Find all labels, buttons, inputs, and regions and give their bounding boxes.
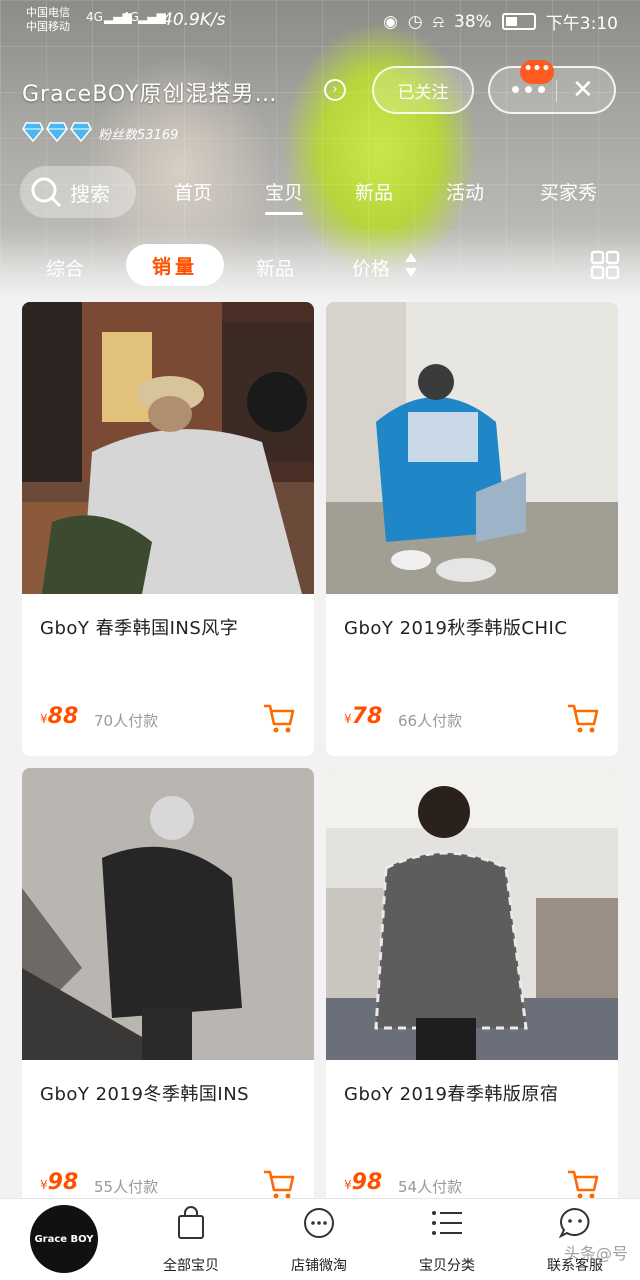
sold-count: 54人付款	[398, 1178, 463, 1196]
product-card[interactable]: GboY 2019春季韩版原宿 ¥98 54人付款	[326, 768, 618, 1218]
hero-fade	[0, 230, 640, 300]
search-button[interactable]: 搜索	[20, 166, 136, 218]
battery-icon	[501, 13, 536, 30]
product-image[interactable]	[326, 302, 618, 594]
filter-price[interactable]: 价格	[352, 254, 390, 281]
broadcast-icon	[304, 1208, 334, 1238]
carrier-2: 中国移动	[26, 20, 70, 33]
shop-detail-chevron-icon[interactable]: ›	[324, 79, 346, 101]
more-icon[interactable]	[512, 86, 545, 93]
tab-shop-feed[interactable]: 店铺微淘	[264, 1205, 374, 1275]
product-card[interactable]: GboY 2019冬季韩国INS ¥98 55人付款	[22, 768, 314, 1218]
product-title[interactable]: GboY 2019冬季韩国INS	[40, 1080, 300, 1106]
tab-events[interactable]: 活动	[446, 178, 484, 205]
carrier-1: 中国电信	[26, 6, 70, 19]
shopping-bag-icon	[178, 1206, 204, 1239]
product-title[interactable]: GboY 春季韩国INS风字	[40, 614, 300, 640]
close-icon[interactable]: ✕	[572, 74, 594, 106]
product-price: ¥98	[344, 1170, 383, 1195]
sold-count: 70人付款	[94, 712, 159, 730]
diamond-icon	[46, 122, 68, 142]
mute-icon: ⍾	[432, 11, 445, 32]
status-right: ◉ ◷ ⍾ 38% 下午3:10	[383, 9, 618, 35]
chat-face-icon	[558, 1207, 590, 1239]
tab-categories[interactable]: 宝贝分类	[392, 1205, 502, 1275]
product-title[interactable]: GboY 2019秋季韩版CHIC	[344, 614, 604, 640]
battery-percent: 38%	[454, 11, 492, 32]
fans-count: 粉丝数53169	[98, 128, 179, 143]
status-bar: 中国电信 中国移动 4G ▂▄▆ 4G ▂▄▆ 40.9K/s ◉ ◷ ⍾ 38…	[0, 0, 640, 42]
alarm-icon: ◷	[407, 11, 423, 32]
product-title[interactable]: GboY 2019春季韩版原宿	[344, 1080, 604, 1106]
capsule-divider	[556, 80, 557, 102]
shop-rating	[22, 122, 92, 142]
product-image[interactable]	[326, 768, 618, 1060]
diamond-icon	[70, 122, 92, 142]
watermark: 头条@号	[563, 1244, 628, 1263]
product-price: ¥78	[344, 704, 383, 729]
tab-new[interactable]: 新品	[355, 178, 393, 205]
shop-header-background	[0, 0, 640, 300]
filter-sales[interactable]: 销量	[126, 244, 224, 286]
sold-count: 66人付款	[398, 712, 463, 730]
search-label: 搜索	[70, 181, 110, 206]
shop-logo[interactable]: Grace BOY	[30, 1205, 98, 1273]
shop-name[interactable]: GraceBOY原创混搭男…	[22, 76, 277, 108]
product-card[interactable]: GboY 2019秋季韩版CHIC ¥78 66人付款	[326, 302, 618, 756]
follow-button[interactable]: 已关注	[372, 66, 474, 114]
tab-buyer-show[interactable]: 买家秀	[540, 178, 597, 205]
sold-count: 55人付款	[94, 1178, 159, 1196]
notification-badge: •••	[520, 60, 554, 84]
product-card[interactable]: GboY 春季韩国INS风字 ¥88 70人付款	[22, 302, 314, 756]
tab-home[interactable]: 首页	[174, 178, 212, 205]
product-image[interactable]	[22, 768, 314, 1060]
product-image[interactable]	[22, 302, 314, 594]
tab-all-products[interactable]: 全部宝贝	[136, 1205, 246, 1275]
product-price: ¥98	[40, 1170, 79, 1195]
add-to-cart-icon[interactable]	[566, 702, 600, 734]
carrier-labels: 中国电信 中国移动	[26, 6, 70, 34]
filter-new[interactable]: 新品	[256, 254, 294, 281]
search-icon	[31, 177, 61, 207]
add-to-cart-icon[interactable]	[262, 702, 296, 734]
bottom-tab-bar: Grace BOY 全部宝贝 店铺微淘 宝贝分类 联系客服	[0, 1198, 640, 1280]
tab-categories-label: 宝贝分类	[419, 1258, 475, 1274]
add-to-cart-icon[interactable]	[566, 1168, 600, 1200]
diamond-icon	[22, 122, 44, 142]
clock: 下午3:10	[545, 14, 618, 34]
tab-products[interactable]: 宝贝	[265, 178, 304, 215]
eye-icon: ◉	[383, 11, 398, 32]
network-2: 4G	[122, 10, 139, 24]
grid-view-icon[interactable]	[590, 250, 620, 280]
network-1: 4G	[86, 10, 103, 24]
network-speed: 40.9K/s	[162, 10, 226, 30]
tab-shop-feed-label: 店铺微淘	[291, 1258, 347, 1274]
add-to-cart-icon[interactable]	[262, 1168, 296, 1200]
tab-all-products-label: 全部宝贝	[163, 1258, 219, 1274]
list-icon	[432, 1211, 462, 1235]
product-price: ¥88	[40, 704, 79, 729]
sort-arrows-icon[interactable]	[404, 252, 418, 278]
filter-general[interactable]: 综合	[46, 254, 84, 281]
